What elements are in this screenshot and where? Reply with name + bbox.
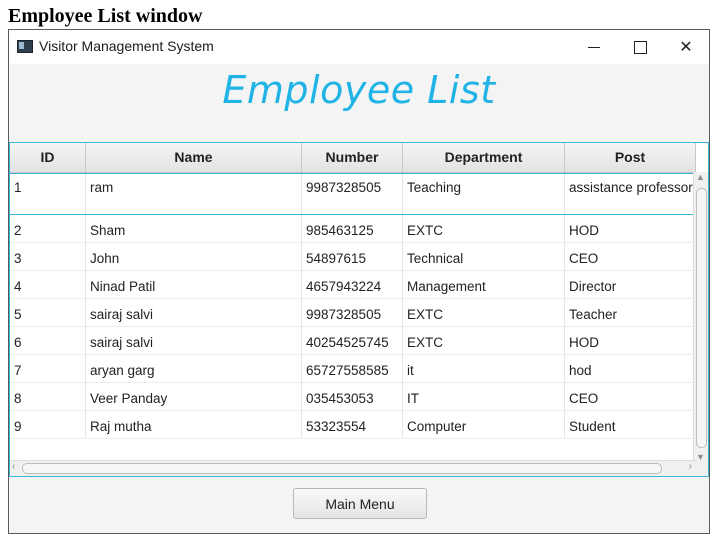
column-header-post[interactable]: Post <box>565 143 696 172</box>
cell-name: Raj mutha <box>86 411 302 438</box>
minimize-icon <box>588 46 600 48</box>
employee-table[interactable]: ID Name Number Department Post 1 ram 99873… <box>9 142 709 477</box>
cell-id: 4 <box>10 271 86 298</box>
table-row[interactable]: 9 Raj mutha 53323554 Computer Student <box>10 411 696 439</box>
title-bar[interactable]: Visitor Management System ✕ <box>9 30 709 64</box>
table-row[interactable]: 5 sairaj salvi 9987328505 EXTC Teacher <box>10 299 696 327</box>
cell-id: 3 <box>10 243 86 270</box>
cell-number: 40254525745 <box>302 327 403 354</box>
cell-department: EXTC <box>403 327 565 354</box>
cell-department: Computer <box>403 411 565 438</box>
cell-id: 1 <box>10 174 86 214</box>
cell-post: CEO <box>565 243 696 270</box>
maximize-icon <box>633 40 647 54</box>
cell-name: sairaj salvi <box>86 327 302 354</box>
cell-id: 8 <box>10 383 86 410</box>
cell-id: 6 <box>10 327 86 354</box>
maximize-button[interactable] <box>617 30 663 64</box>
cell-post: Teacher <box>565 299 696 326</box>
cell-id: 2 <box>10 215 86 242</box>
table-body: 1 ram 9987328505 Teaching assistance profess… <box>10 173 696 439</box>
cell-id: 5 <box>10 299 86 326</box>
window-title: Visitor Management System <box>39 38 214 54</box>
scroll-up-icon[interactable]: ▲ <box>696 172 705 182</box>
cell-name: John <box>86 243 302 270</box>
column-header-name[interactable]: Name <box>86 143 302 172</box>
cell-department: Management <box>403 271 565 298</box>
cell-department: Teaching <box>403 174 565 214</box>
cell-number: 9987328505 <box>302 174 403 214</box>
cell-department: Technical <box>403 243 565 270</box>
cell-department: it <box>403 355 565 382</box>
cell-number: 65727558585 <box>302 355 403 382</box>
cell-number: 54897615 <box>302 243 403 270</box>
table-row[interactable]: 7 aryan garg 65727558585 it hod <box>10 355 696 383</box>
cell-post: HOD <box>565 327 696 354</box>
table-row[interactable]: 1 ram 9987328505 Teaching assistance profess… <box>10 173 696 215</box>
horizontal-scroll-thumb[interactable] <box>22 463 662 474</box>
table-row[interactable]: 6 sairaj salvi 40254525745 EXTC HOD <box>10 327 696 355</box>
cell-post: Director <box>565 271 696 298</box>
cell-department: EXTC <box>403 299 565 326</box>
main-menu-button[interactable]: Main Menu <box>293 488 427 519</box>
close-button[interactable]: ✕ <box>663 30 709 64</box>
cell-number: 53323554 <box>302 411 403 438</box>
scroll-left-icon[interactable]: ‹ <box>12 461 15 472</box>
app-window: Visitor Management System ✕ Employee Lis… <box>8 29 710 534</box>
cell-name: ram <box>86 174 302 214</box>
table-row[interactable]: 2 Sham 985463125 EXTC HOD <box>10 215 696 243</box>
table-header: ID Name Number Department Post <box>10 143 696 173</box>
document-caption: Employee List window <box>8 5 203 27</box>
cell-name: Sham <box>86 215 302 242</box>
table-row[interactable]: 8 Veer Panday 035453053 IT CEO <box>10 383 696 411</box>
cell-name: sairaj salvi <box>86 299 302 326</box>
vertical-scrollbar[interactable]: ▲ ▼ <box>693 172 708 462</box>
cell-department: IT <box>403 383 565 410</box>
cell-name: aryan garg <box>86 355 302 382</box>
cell-number: 985463125 <box>302 215 403 242</box>
table-row[interactable]: 4 Ninad Patil 4657943224 Management Director <box>10 271 696 299</box>
cell-post: hod <box>565 355 696 382</box>
cell-id: 9 <box>10 411 86 438</box>
minimize-button[interactable] <box>571 30 617 64</box>
page-title: Employee List <box>222 68 496 112</box>
scrollbar-corner <box>694 461 708 476</box>
scroll-right-icon[interactable]: › <box>689 461 692 472</box>
cell-number: 4657943224 <box>302 271 403 298</box>
cell-number: 035453053 <box>302 383 403 410</box>
column-header-department[interactable]: Department <box>403 143 565 172</box>
cell-department: EXTC <box>403 215 565 242</box>
cell-post: Student <box>565 411 696 438</box>
cell-post: CEO <box>565 383 696 410</box>
cell-post: HOD <box>565 215 696 242</box>
cell-name: Veer Panday <box>86 383 302 410</box>
cell-id: 7 <box>10 355 86 382</box>
column-header-number[interactable]: Number <box>302 143 403 172</box>
column-header-id[interactable]: ID <box>10 143 86 172</box>
cell-post: assistance professor <box>565 174 696 214</box>
table-row[interactable]: 3 John 54897615 Technical CEO <box>10 243 696 271</box>
cell-number: 9987328505 <box>302 299 403 326</box>
cell-name: Ninad Patil <box>86 271 302 298</box>
app-icon <box>17 40 33 53</box>
vertical-scroll-thumb[interactable] <box>696 188 707 448</box>
horizontal-scrollbar[interactable]: ‹ › <box>10 460 696 476</box>
